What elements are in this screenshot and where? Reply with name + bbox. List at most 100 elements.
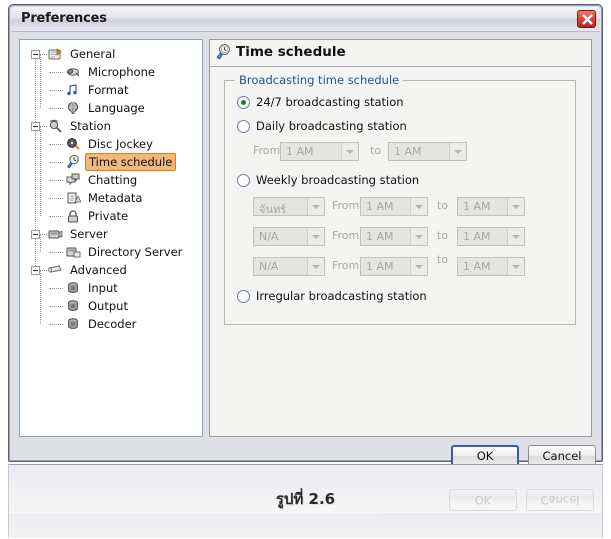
radio-irregular-label: Irregular broadcasting station — [256, 289, 427, 303]
tree-item-label: Output — [88, 299, 128, 313]
chevron-down-icon[interactable] — [410, 258, 427, 275]
tree-item-output[interactable]: Output — [25, 297, 202, 315]
advanced-icon — [48, 265, 62, 273]
clock-icon — [216, 44, 230, 60]
tree-item-label: Metadata — [88, 191, 143, 205]
weekly-day-value-2: N/A — [259, 230, 279, 243]
tree-item-label: Time schedule — [85, 153, 177, 171]
tree-item-label: Server — [70, 227, 108, 241]
weekly-day-combo-1[interactable]: จันทร์ — [253, 197, 325, 216]
content-panel: Time schedule Broadcasting time schedule… — [209, 39, 592, 437]
weekly-to-combo-1[interactable]: 1 AM — [457, 197, 525, 216]
weekly-day-combo-2[interactable]: N/A — [253, 227, 325, 246]
tree-item-label: Station — [70, 119, 111, 133]
server-icon — [48, 230, 63, 239]
close-x-icon — [582, 14, 593, 25]
chevron-down-icon[interactable] — [507, 198, 524, 215]
radio-247-label: 24/7 broadcasting station — [256, 95, 404, 109]
radio-247[interactable] — [237, 96, 250, 109]
tree-item-private[interactable]: Private — [25, 207, 202, 225]
weekly-from-label-2: From — [332, 229, 360, 242]
weekly-from-combo-2[interactable]: 1 AM — [360, 227, 428, 246]
tree-item-label: Disc Jockey — [88, 137, 153, 151]
radio-irregular[interactable] — [237, 290, 250, 303]
chevron-down-icon[interactable] — [307, 198, 324, 215]
weekly-to-combo-3[interactable]: 1 AM — [457, 257, 525, 276]
tree-expander[interactable] — [31, 50, 40, 59]
radio-daily[interactable] — [237, 120, 250, 133]
tree-item-disc-jockey[interactable]: Disc Jockey — [25, 135, 202, 153]
radio-weekly-label: Weekly broadcasting station — [256, 173, 420, 187]
daily-from-combo[interactable]: 1 AM — [280, 142, 359, 161]
chevron-down-icon[interactable] — [410, 198, 427, 215]
tree-item-label: Advanced — [70, 263, 127, 277]
tree-expander[interactable] — [31, 266, 40, 275]
panel-title: Time schedule — [236, 44, 346, 60]
weekly-from-combo-1[interactable]: 1 AM — [360, 197, 428, 216]
tree-item-directory-server[interactable]: Directory Server — [25, 243, 202, 261]
weekly-from-label-1: From — [332, 199, 360, 212]
tree-item-label: Directory Server — [88, 245, 183, 259]
tree-item-label: Language — [88, 101, 145, 115]
tree-item-server[interactable]: Server — [25, 225, 202, 243]
chevron-down-icon[interactable] — [410, 228, 427, 245]
daily-from-label: From — [253, 144, 281, 157]
weekly-to-combo-2[interactable]: 1 AM — [457, 227, 525, 246]
directory-server-icon — [66, 247, 81, 258]
tree-item-label: Decoder — [88, 317, 137, 331]
daily-to-value: 1 AM — [394, 145, 422, 158]
chevron-down-icon[interactable] — [449, 143, 466, 160]
tree-item-microphone[interactable]: Microphone — [25, 63, 202, 81]
close-button[interactable] — [577, 10, 596, 28]
daily-to-combo[interactable]: 1 AM — [388, 142, 467, 161]
figure-caption: รูปที่ 2.6 — [275, 490, 336, 508]
tree-item-decoder[interactable]: Decoder — [25, 315, 202, 333]
weekly-from-value-1: 1 AM — [366, 200, 394, 213]
private-lock-icon — [68, 210, 78, 223]
settings-tree-panel[interactable]: General Microphone Format Language Station Di… — [19, 39, 203, 437]
decoder-icon — [68, 318, 78, 329]
radio-daily-label: Daily broadcasting station — [256, 119, 407, 133]
tree-item-metadata[interactable]: Metadata — [25, 189, 202, 207]
radio-weekly[interactable] — [237, 174, 250, 187]
tree-item-time-schedule[interactable]: Time schedule — [25, 153, 202, 171]
tree-item-format[interactable]: Format — [25, 81, 202, 99]
panel-content: Broadcasting time schedule 24/7 broadcas… — [210, 67, 591, 436]
output-icon — [68, 300, 78, 311]
chevron-down-icon[interactable] — [307, 228, 324, 245]
clock-icon — [66, 154, 79, 169]
tree-item-language[interactable]: Language — [25, 99, 202, 117]
weekly-from-value-3: 1 AM — [366, 260, 394, 273]
weekly-from-label-3: From — [332, 259, 360, 272]
tree-expander[interactable] — [31, 122, 40, 131]
weekly-from-value-2: 1 AM — [366, 230, 394, 243]
title-bar[interactable]: Preferences — [11, 7, 600, 32]
chevron-down-icon[interactable] — [307, 258, 324, 275]
tree-item-general[interactable]: General — [25, 45, 202, 63]
language-globe-icon — [67, 101, 79, 114]
microphone-icon — [67, 68, 80, 77]
chevron-down-icon[interactable] — [507, 228, 524, 245]
chatting-icon — [66, 173, 80, 186]
tree-item-label: Format — [88, 83, 129, 97]
preferences-dialog: Preferences General Microphone Format Langu… — [8, 4, 603, 467]
chevron-down-icon[interactable] — [341, 143, 358, 160]
weekly-to-value-3: 1 AM — [463, 260, 491, 273]
tree-expander[interactable] — [31, 230, 40, 239]
tree-item-advanced[interactable]: Advanced — [25, 261, 202, 279]
broadcasting-time-schedule-group: Broadcasting time schedule 24/7 broadcas… — [224, 73, 576, 325]
weekly-day-combo-3[interactable]: N/A — [253, 257, 325, 276]
weekly-to-value-2: 1 AM — [463, 230, 491, 243]
weekly-day-value-3: N/A — [259, 260, 279, 273]
window-title: Preferences — [21, 11, 107, 26]
weekly-day-value-1: จันทร์ — [259, 203, 287, 216]
daily-from-value: 1 AM — [286, 145, 314, 158]
general-icon — [48, 48, 62, 60]
weekly-from-combo-3[interactable]: 1 AM — [360, 257, 428, 276]
disc-jockey-icon — [67, 138, 80, 150]
tree-item-input[interactable]: Input — [25, 279, 202, 297]
reflection-strip — [9, 513, 602, 538]
tree-item-chatting[interactable]: Chatting — [25, 171, 202, 189]
tree-item-station[interactable]: Station — [25, 117, 202, 135]
chevron-down-icon[interactable] — [507, 258, 524, 275]
